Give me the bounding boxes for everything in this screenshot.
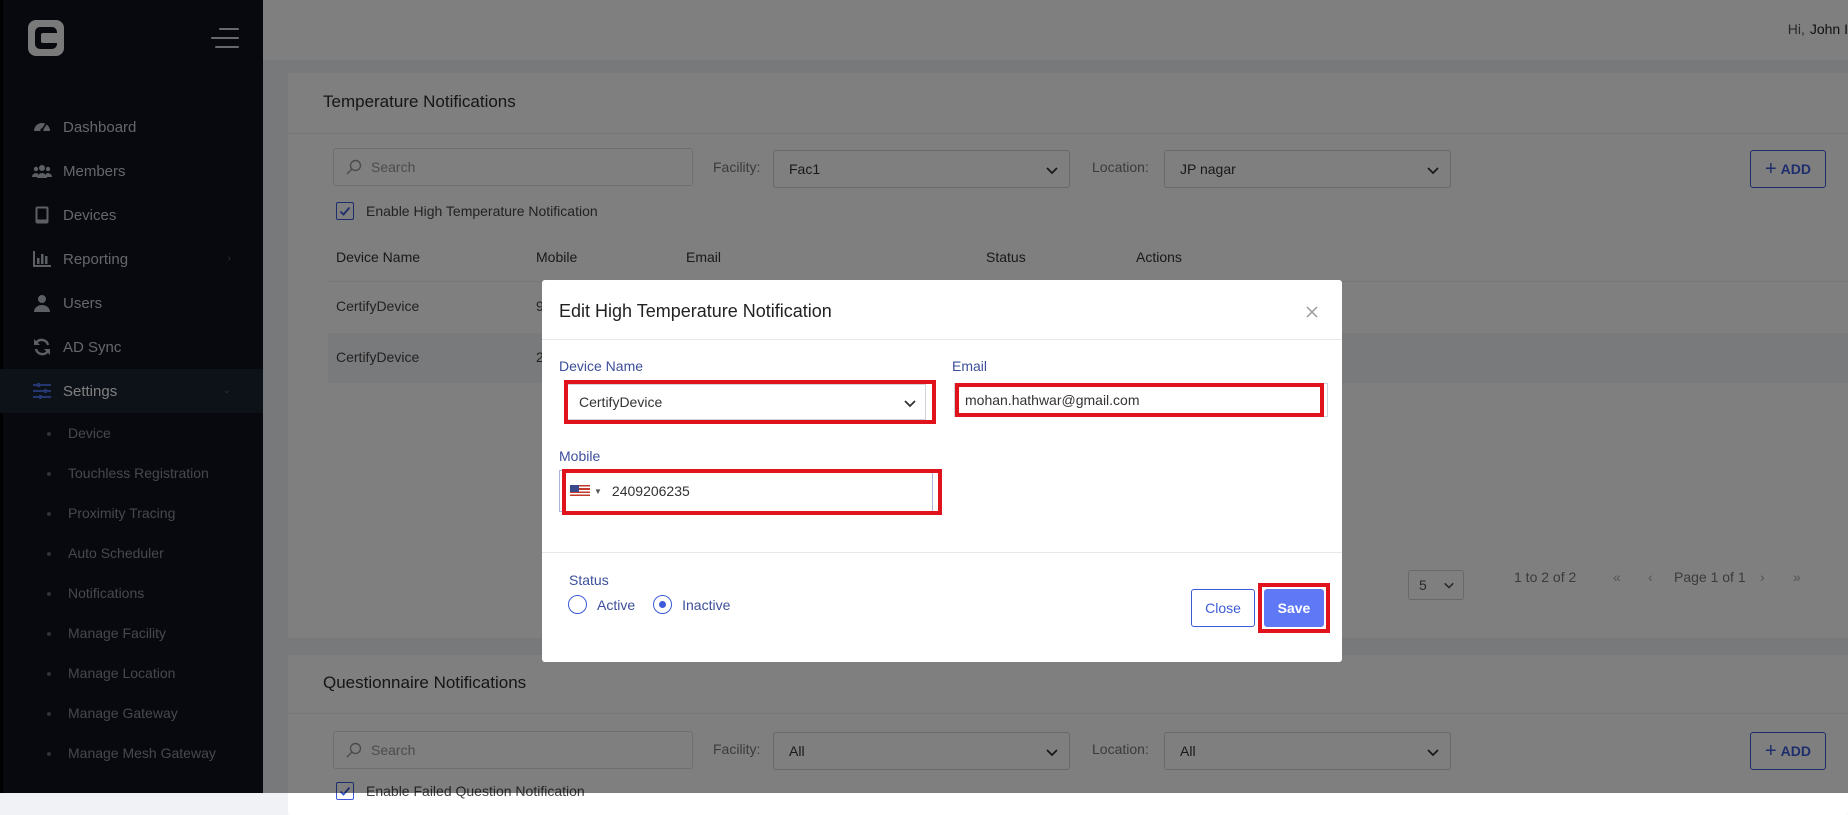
status-option-label: Inactive [682, 596, 731, 613]
highlight-box [955, 383, 1324, 417]
edit-notification-modal: Edit High Temperature Notification Devic… [542, 280, 1342, 662]
device-name-label: Device Name [559, 358, 644, 374]
modal-divider [542, 552, 1342, 553]
radio-dot [659, 601, 667, 608]
modal-divider [542, 339, 1342, 340]
status-option-label: Active [597, 596, 636, 613]
status-active-radio[interactable] [568, 595, 587, 614]
status-radio-group: Active Inactive [568, 595, 730, 614]
status-label: Status [569, 572, 609, 588]
highlight-box [1258, 583, 1330, 633]
status-inactive-radio[interactable] [653, 595, 673, 614]
highlight-box [564, 380, 936, 424]
mobile-label: Mobile [559, 448, 601, 464]
modal-title: Edit High Temperature Notification [559, 301, 832, 321]
email-label: Email [952, 358, 988, 374]
highlight-box [562, 469, 942, 515]
close-button[interactable]: Close [1191, 589, 1255, 627]
close-icon[interactable] [1304, 304, 1320, 320]
